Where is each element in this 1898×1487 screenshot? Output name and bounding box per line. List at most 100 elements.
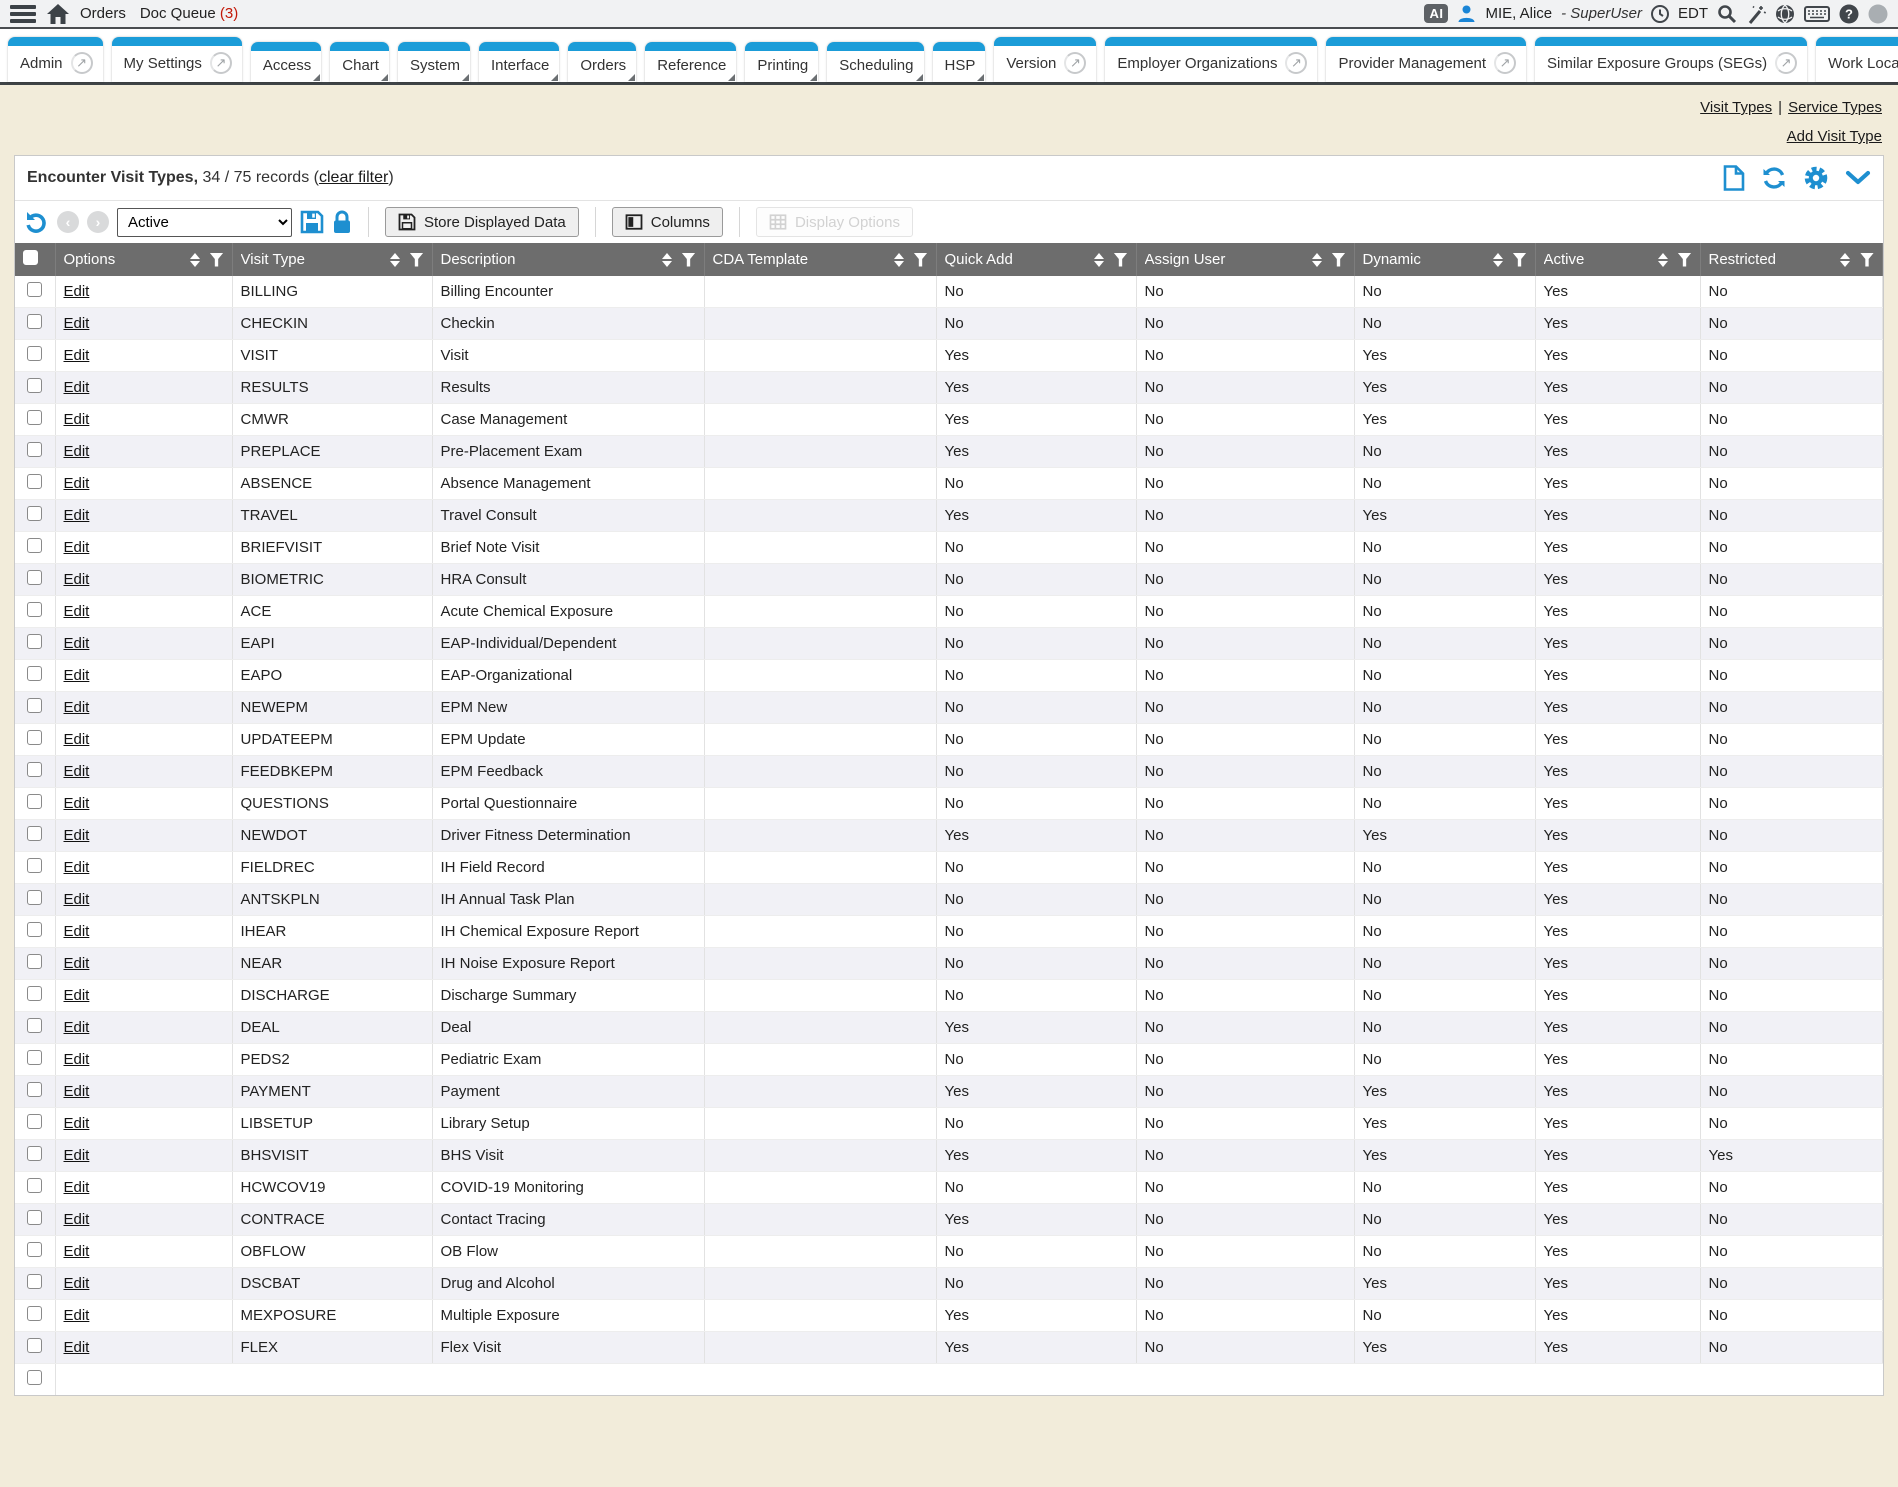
filter-icon[interactable] — [1332, 253, 1346, 267]
prev-page-button[interactable]: ‹ — [57, 211, 79, 233]
sort-icon[interactable] — [894, 253, 904, 267]
tab-chart[interactable]: Chart — [330, 42, 389, 82]
row-checkbox[interactable] — [27, 1306, 42, 1321]
sort-icon[interactable] — [1840, 253, 1850, 267]
filter-icon[interactable] — [1114, 253, 1128, 267]
save-filter-icon[interactable] — [300, 210, 324, 234]
column-label[interactable]: Options — [64, 251, 184, 268]
tab-scheduling[interactable]: Scheduling — [827, 42, 923, 82]
column-label[interactable]: Quick Add — [945, 251, 1088, 268]
edit-link[interactable]: Edit — [64, 827, 90, 844]
edit-link[interactable]: Edit — [64, 667, 90, 684]
next-page-button[interactable]: › — [87, 211, 109, 233]
row-checkbox[interactable] — [27, 730, 42, 745]
tab-similar-exposure-groups-segs-[interactable]: Similar Exposure Groups (SEGs)↗ — [1535, 37, 1807, 82]
row-checkbox[interactable] — [27, 922, 42, 937]
row-checkbox[interactable] — [27, 1338, 42, 1353]
edit-link[interactable]: Edit — [64, 411, 90, 428]
column-label[interactable]: Active — [1544, 251, 1652, 268]
edit-link[interactable]: Edit — [64, 923, 90, 940]
tab-admin[interactable]: Admin↗ — [8, 37, 103, 82]
service-types-link[interactable]: Service Types — [1788, 99, 1882, 116]
row-checkbox[interactable] — [27, 378, 42, 393]
row-checkbox[interactable] — [27, 1082, 42, 1097]
tab-work-locations[interactable]: Work Locations↗ — [1816, 37, 1898, 82]
row-checkbox[interactable] — [27, 1178, 42, 1193]
edit-link[interactable]: Edit — [64, 699, 90, 716]
user-icon[interactable] — [1457, 4, 1476, 23]
gear-icon[interactable] — [1803, 165, 1829, 191]
tab-provider-management[interactable]: Provider Management↗ — [1326, 37, 1526, 82]
column-label[interactable]: Dynamic — [1363, 251, 1487, 268]
column-label[interactable]: Assign User — [1145, 251, 1306, 268]
filter-icon[interactable] — [682, 253, 696, 267]
tab-reference[interactable]: Reference — [645, 42, 736, 82]
undo-icon[interactable] — [23, 209, 49, 235]
edit-link[interactable]: Edit — [64, 795, 90, 812]
open-in-new-icon[interactable]: ↗ — [1064, 52, 1086, 74]
filter-icon[interactable] — [410, 253, 424, 267]
edit-link[interactable]: Edit — [64, 283, 90, 300]
row-checkbox[interactable] — [27, 890, 42, 905]
user-name[interactable]: MIE, Alice — [1485, 5, 1552, 22]
row-checkbox[interactable] — [27, 602, 42, 617]
select-all-checkbox[interactable] — [23, 250, 38, 265]
edit-link[interactable]: Edit — [64, 603, 90, 620]
sort-icon[interactable] — [390, 253, 400, 267]
column-label[interactable]: Description — [441, 251, 656, 268]
row-checkbox[interactable] — [27, 1242, 42, 1257]
edit-link[interactable]: Edit — [64, 1179, 90, 1196]
refresh-icon[interactable] — [1761, 166, 1787, 190]
column-label[interactable]: Visit Type — [241, 251, 384, 268]
edit-link[interactable]: Edit — [64, 987, 90, 1004]
open-in-new-icon[interactable]: ↗ — [71, 52, 93, 74]
tab-my-settings[interactable]: My Settings↗ — [112, 37, 242, 82]
wand-icon[interactable] — [1746, 4, 1766, 24]
add-visit-type-link[interactable]: Add Visit Type — [1787, 128, 1882, 145]
row-checkbox[interactable] — [27, 762, 42, 777]
edit-link[interactable]: Edit — [64, 571, 90, 588]
row-checkbox[interactable] — [27, 794, 42, 809]
search-icon[interactable] — [1717, 4, 1737, 24]
ai-badge[interactable]: AI — [1424, 4, 1448, 23]
filter-icon[interactable] — [210, 253, 224, 267]
filter-icon[interactable] — [1860, 253, 1874, 267]
row-checkbox[interactable] — [27, 826, 42, 841]
row-checkbox[interactable] — [27, 410, 42, 425]
edit-link[interactable]: Edit — [64, 1211, 90, 1228]
keyboard-icon[interactable] — [1804, 5, 1830, 23]
open-in-new-icon[interactable]: ↗ — [1494, 52, 1516, 74]
tab-interface[interactable]: Interface — [479, 42, 559, 82]
edit-link[interactable]: Edit — [64, 315, 90, 332]
edit-link[interactable]: Edit — [64, 1243, 90, 1260]
edit-link[interactable]: Edit — [64, 443, 90, 460]
edit-link[interactable]: Edit — [64, 1275, 90, 1292]
tab-version[interactable]: Version↗ — [994, 37, 1096, 82]
row-checkbox[interactable] — [27, 570, 42, 585]
tab-system[interactable]: System — [398, 42, 470, 82]
sort-icon[interactable] — [1094, 253, 1104, 267]
sort-icon[interactable] — [1658, 253, 1668, 267]
open-in-new-icon[interactable]: ↗ — [1285, 52, 1307, 74]
footer-select-all-checkbox[interactable] — [27, 1370, 42, 1385]
tab-orders[interactable]: Orders — [568, 42, 636, 82]
row-checkbox[interactable] — [27, 1050, 42, 1065]
edit-link[interactable]: Edit — [64, 1051, 90, 1068]
help-icon[interactable]: ? — [1839, 4, 1859, 24]
edit-link[interactable]: Edit — [64, 1083, 90, 1100]
edit-link[interactable]: Edit — [64, 1147, 90, 1164]
clock-icon[interactable] — [1651, 5, 1669, 23]
row-checkbox[interactable] — [27, 346, 42, 361]
edit-link[interactable]: Edit — [64, 955, 90, 972]
edit-link[interactable]: Edit — [64, 347, 90, 364]
lock-icon[interactable] — [332, 210, 352, 234]
display-options-button[interactable]: Display Options — [756, 207, 913, 237]
row-checkbox[interactable] — [27, 1210, 42, 1225]
clear-filter-link[interactable]: clear filter — [319, 169, 388, 186]
crumb-orders[interactable]: Orders — [80, 5, 126, 22]
row-checkbox[interactable] — [27, 634, 42, 649]
row-checkbox[interactable] — [27, 698, 42, 713]
row-checkbox[interactable] — [27, 474, 42, 489]
sort-icon[interactable] — [1312, 253, 1322, 267]
globe-icon[interactable] — [1775, 4, 1795, 24]
